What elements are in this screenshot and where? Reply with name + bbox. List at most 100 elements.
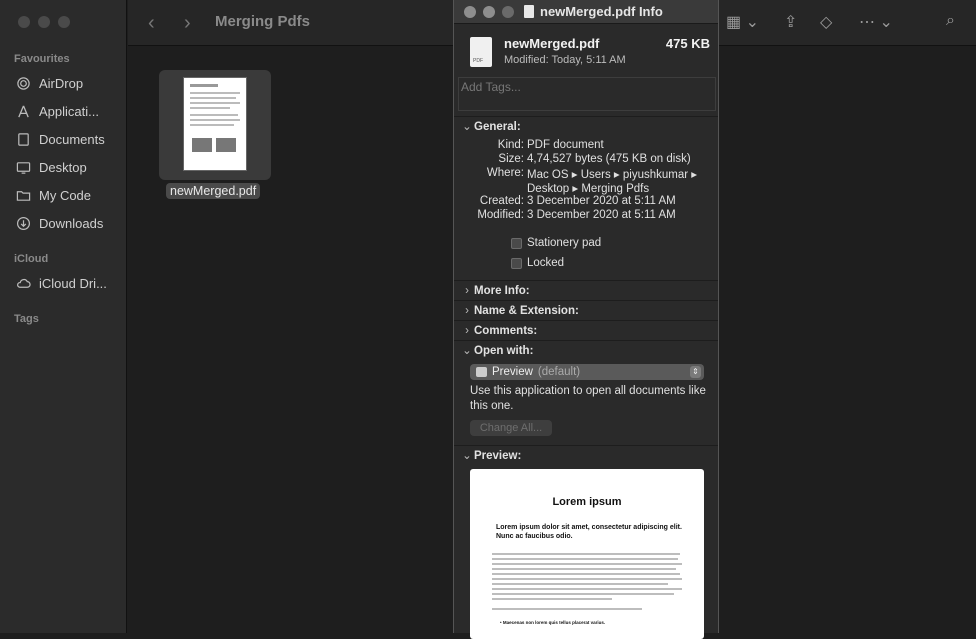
created-label: Created:	[479, 195, 524, 207]
desktop-icon	[16, 161, 31, 174]
preview-doc-title: Lorem ipsum	[552, 496, 622, 508]
back-button[interactable]: ‹	[148, 12, 155, 35]
size-label: Size:	[498, 153, 524, 165]
tags-field[interactable]: Add Tags...	[458, 77, 716, 111]
info-close-button[interactable]	[464, 6, 476, 18]
window-controls	[18, 16, 70, 28]
size-value: 4,74,527 bytes (475 KB on disk)	[527, 153, 691, 165]
section-name-extension-label: Name & Extension:	[474, 305, 579, 317]
info-file-size: 475 KB	[665, 36, 710, 51]
section-general-label: General:	[474, 121, 521, 133]
zoom-button[interactable]	[58, 16, 70, 28]
change-all-button[interactable]: Change All...	[470, 420, 552, 436]
sidebar-section-tags: Tags	[14, 313, 39, 325]
modified-value: 3 December 2020 at 5:11 AM	[527, 209, 676, 221]
section-preview[interactable]: ⌄ Preview:	[454, 445, 718, 465]
chevron-down-icon: ⌄	[462, 450, 472, 462]
tags-placeholder: Add Tags...	[461, 80, 521, 94]
sidebar-item-label: Downloads	[39, 215, 104, 231]
document-preview: Lorem ipsum Lorem ipsum dolor sit amet, …	[470, 469, 704, 639]
where-value-line1: Mac OS ▸ Users ▸ piyushkumar ▸	[527, 169, 698, 181]
sidebar-item-icloud-drive[interactable]: iCloud Dri...	[16, 273, 124, 293]
stationery-pad-checkbox[interactable]: Stationery pad	[511, 237, 601, 249]
kind-value: PDF document	[527, 139, 604, 151]
open-with-select[interactable]: Preview (default) ⇕	[470, 364, 704, 380]
info-modified-summary: Modified: Today, 5:11 AM	[504, 54, 626, 66]
sidebar-item-downloads[interactable]: Downloads	[16, 213, 124, 233]
section-open-with-label: Open with:	[474, 345, 534, 357]
sidebar-item-applications[interactable]: Applicati...	[16, 101, 124, 121]
section-general[interactable]: ⌄ General:	[454, 116, 718, 136]
open-with-default: (default)	[537, 366, 581, 378]
sidebar-section-icloud: iCloud	[14, 253, 49, 265]
document-icon	[524, 5, 534, 18]
preview-doc-subtitle: Lorem ipsum dolor sit amet, consectetur …	[496, 524, 682, 540]
cloud-icon	[17, 278, 31, 288]
locked-checkbox[interactable]: Locked	[511, 257, 564, 269]
sidebar: Favourites AirDrop Applicati... Document…	[0, 0, 127, 633]
applications-icon	[18, 105, 29, 117]
info-file-name: newMerged.pdf	[504, 36, 600, 51]
folder-icon	[16, 190, 31, 201]
sidebar-section-favourites: Favourites	[14, 53, 70, 65]
info-minimize-button[interactable]	[483, 6, 495, 18]
chevron-down-icon: ⌄	[462, 345, 472, 357]
checkbox-box[interactable]	[511, 237, 522, 249]
downloads-icon	[16, 216, 31, 230]
forward-button[interactable]: ›	[184, 12, 191, 35]
where-value-line2: Desktop ▸ Merging Pdfs	[527, 183, 650, 195]
info-window: newMerged.pdf Info newMerged.pdf 475 KB …	[453, 0, 719, 639]
section-comments-label: Comments:	[474, 325, 538, 337]
section-more-info[interactable]: › More Info:	[454, 280, 718, 300]
sidebar-item-my-code[interactable]: My Code	[16, 185, 124, 205]
search-icon[interactable]: ⌕	[946, 12, 955, 30]
sidebar-item-label: Desktop	[39, 159, 87, 175]
sidebar-item-documents[interactable]: Documents	[16, 129, 124, 149]
open-with-app: Preview	[492, 366, 533, 378]
chevron-down-icon: ⌄	[462, 121, 472, 133]
window-title: Merging Pdfs	[215, 13, 311, 30]
pdf-thumbnail[interactable]	[183, 77, 247, 171]
created-value: 3 December 2020 at 5:11 AM	[527, 195, 676, 207]
close-button[interactable]	[18, 16, 30, 28]
tag-icon[interactable]: ◇	[820, 12, 832, 32]
locked-label: Locked	[527, 257, 565, 269]
info-window-controls	[464, 6, 514, 18]
minimize-button[interactable]	[38, 16, 50, 28]
more-actions-icon[interactable]: ⋯ ⌄	[859, 12, 893, 32]
pdf-file-icon	[470, 37, 492, 67]
where-label: Where:	[486, 167, 524, 179]
section-preview-label: Preview:	[474, 450, 522, 462]
preview-body-text	[492, 553, 682, 613]
info-zoom-button[interactable]	[502, 6, 514, 18]
chevron-right-icon: ›	[465, 325, 469, 337]
info-titlebar: newMerged.pdf Info	[454, 0, 718, 24]
sidebar-item-desktop[interactable]: Desktop	[16, 157, 124, 177]
modified-label: Modified:	[477, 209, 524, 221]
share-icon[interactable]: ⇪	[784, 12, 797, 32]
kind-label: Kind:	[497, 139, 524, 151]
section-name-extension[interactable]: › Name & Extension:	[454, 300, 718, 320]
sidebar-item-label: Applicati...	[39, 103, 99, 119]
section-open-with[interactable]: ⌄ Open with:	[454, 340, 718, 360]
section-comments[interactable]: › Comments:	[454, 320, 718, 340]
airdrop-icon	[17, 76, 30, 90]
sidebar-item-airdrop[interactable]: AirDrop	[16, 73, 124, 93]
info-header: newMerged.pdf 475 KB Modified: Today, 5:…	[454, 24, 718, 76]
info-title-text: newMerged.pdf Info	[540, 4, 663, 19]
view-options-icon[interactable]: ▦ ⌄	[726, 12, 759, 32]
section-more-info-label: More Info:	[474, 285, 530, 297]
preview-app-icon	[476, 367, 487, 377]
sidebar-item-label: AirDrop	[39, 75, 84, 91]
document-icon	[18, 132, 29, 146]
chevron-right-icon: ›	[465, 305, 469, 317]
checkbox-box[interactable]	[511, 257, 522, 269]
stationery-pad-label: Stationery pad	[527, 237, 602, 249]
preview-bullet-text: Maecenas non lorem quis tellus placerat …	[502, 620, 606, 625]
sidebar-item-label: iCloud Dri...	[39, 275, 107, 291]
preview-doc-bullet: • Maecenas non lorem quis tellus placera…	[500, 620, 606, 625]
info-title: newMerged.pdf Info	[524, 4, 663, 19]
sidebar-item-label: My Code	[39, 187, 92, 203]
open-with-description: Use this application to open all documen…	[470, 385, 706, 412]
file-name-label[interactable]: newMerged.pdf	[166, 183, 261, 199]
